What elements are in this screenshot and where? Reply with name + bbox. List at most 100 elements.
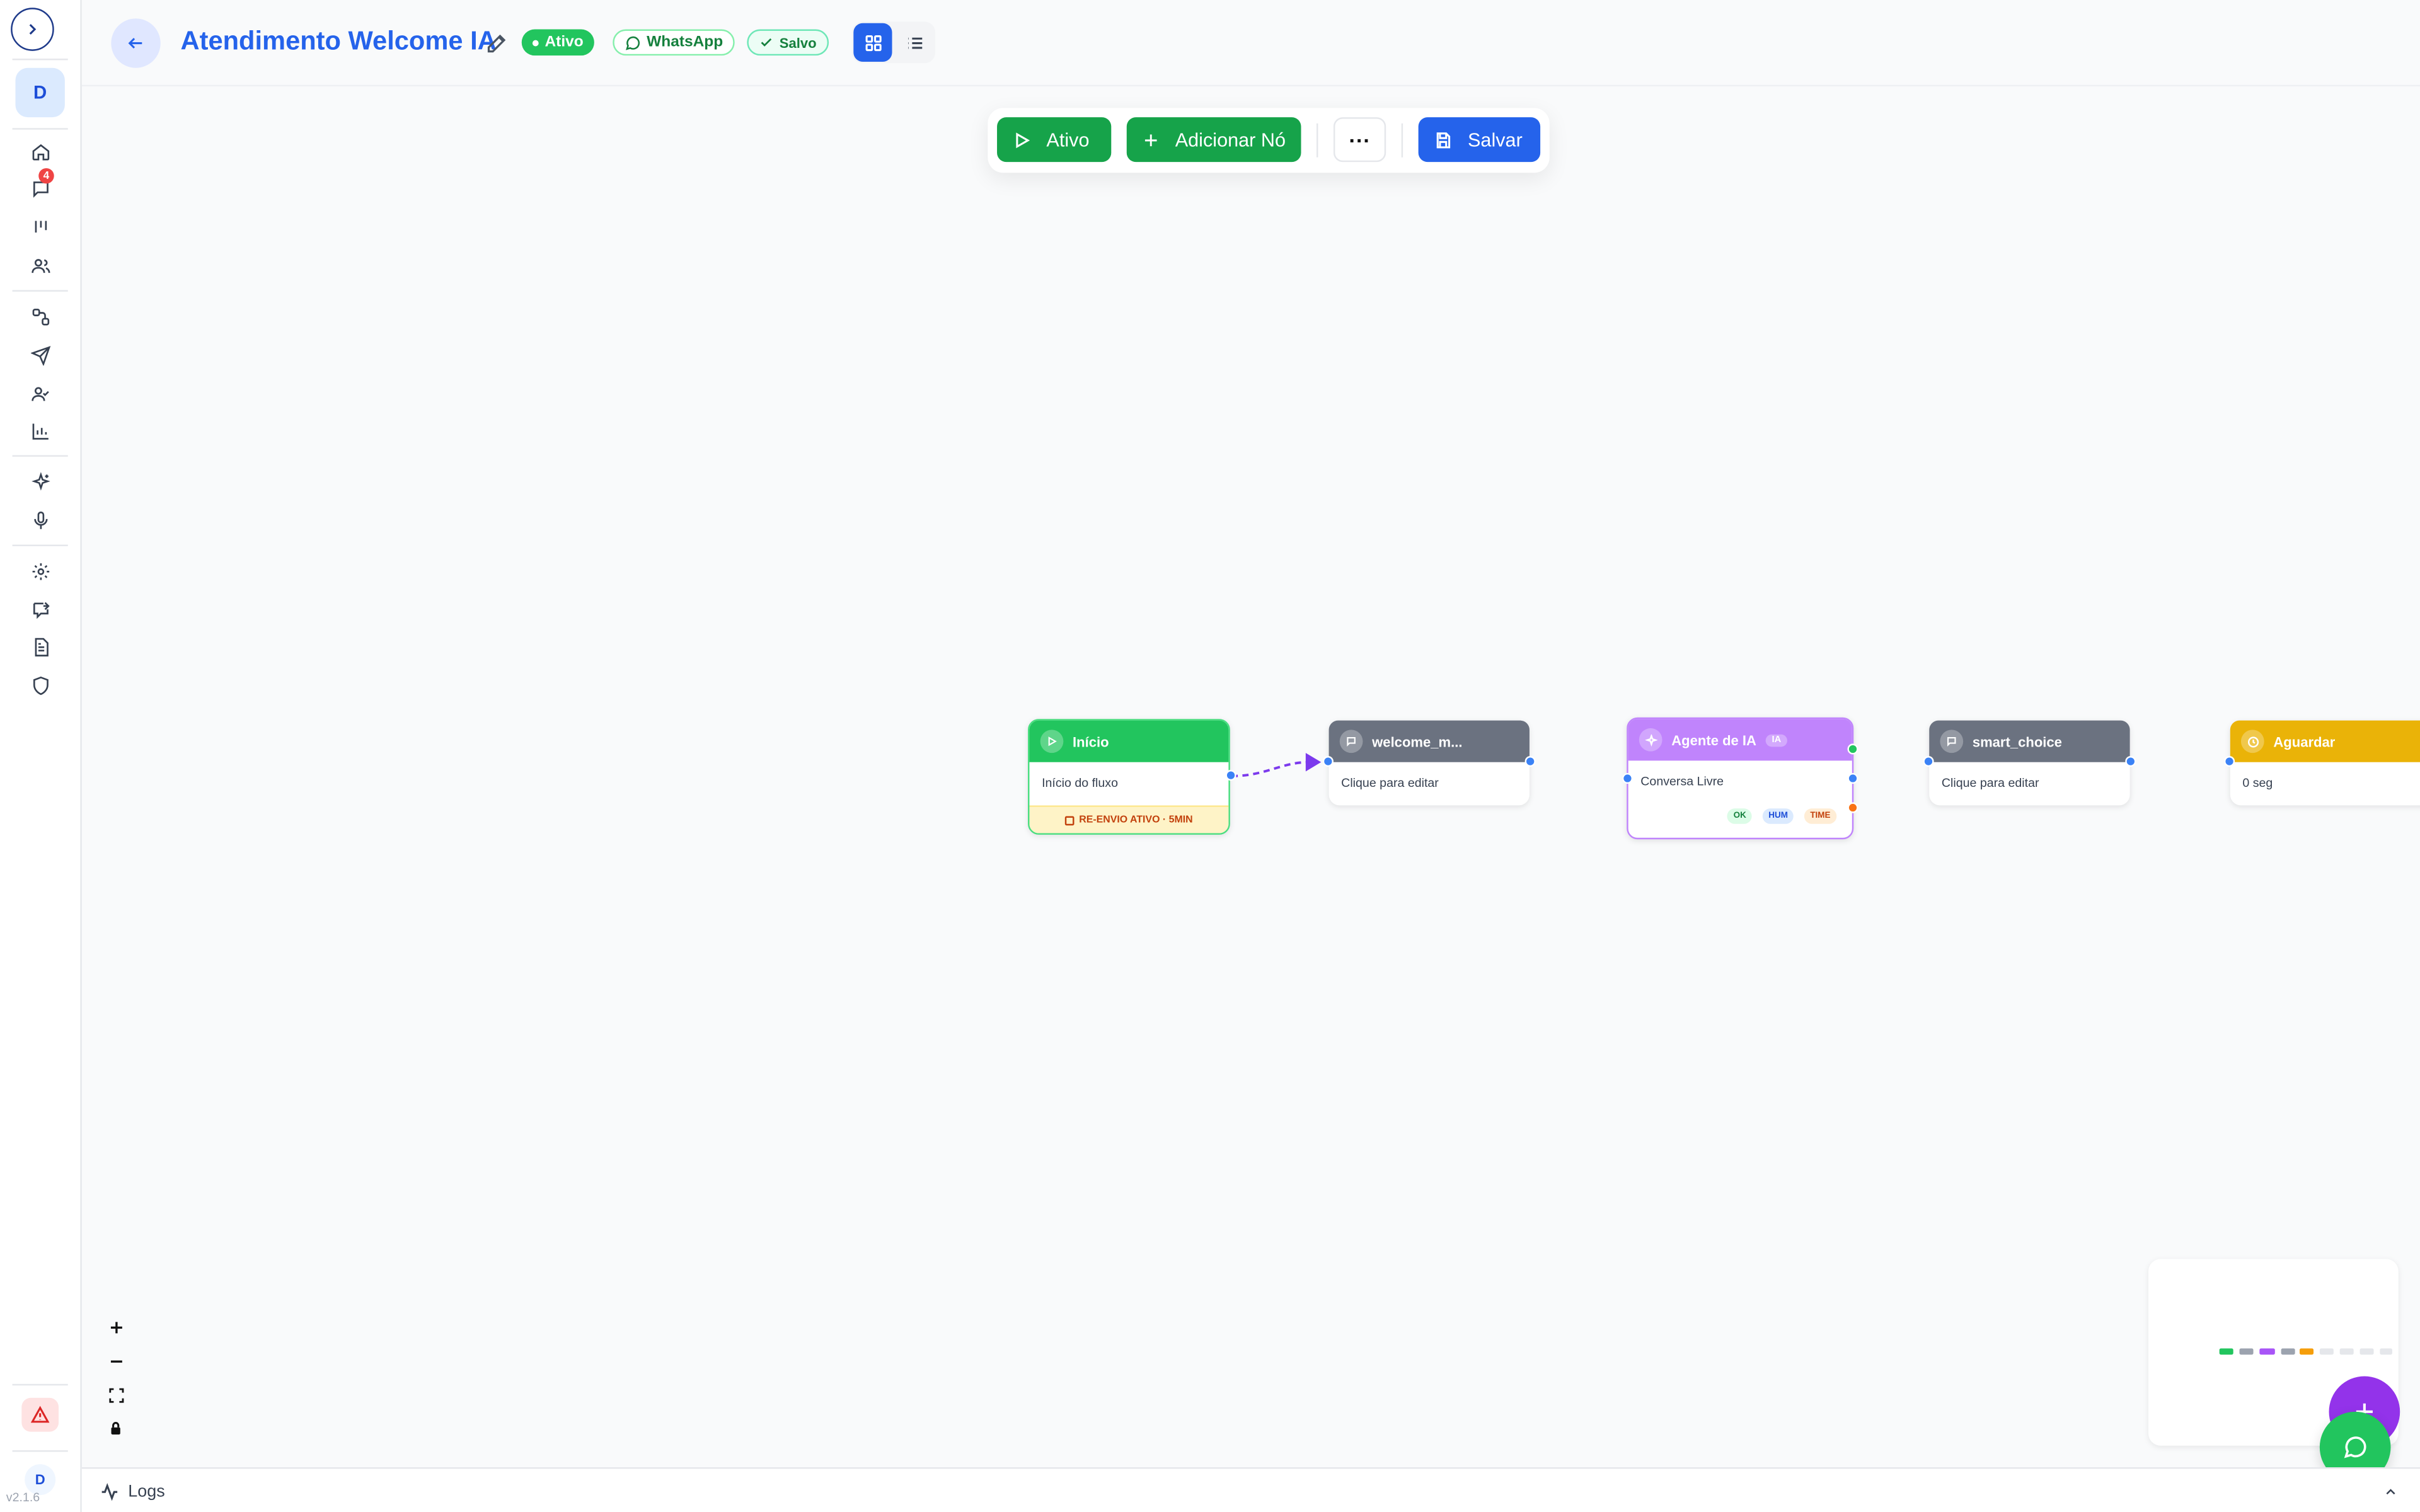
shield-icon[interactable] xyxy=(26,671,54,699)
node-title: Aguardar xyxy=(2273,733,2336,749)
node-header: welcome_m... xyxy=(1328,720,1530,762)
node-title: smart_choice xyxy=(1972,733,2062,749)
node-header: Agente de IA IA xyxy=(1628,719,1852,761)
add-node-label: Adicionar Nó xyxy=(1175,129,1286,151)
ia-tag: IA xyxy=(1765,733,1787,747)
plus-icon xyxy=(1144,134,1157,146)
back-button[interactable] xyxy=(111,18,161,68)
save-label: Salvar xyxy=(1467,129,1523,151)
home-icon[interactable] xyxy=(26,137,54,165)
check-icon xyxy=(761,38,772,47)
microphone-icon[interactable] xyxy=(26,506,54,534)
output-handle-human[interactable] xyxy=(1847,772,1858,784)
node-inicio[interactable]: Início Início do fluxo RE-ENVIO ATIVO · … xyxy=(1028,719,1236,835)
workspace-avatar[interactable]: D xyxy=(15,67,65,118)
input-handle[interactable] xyxy=(1923,756,1934,767)
sidebar-divider xyxy=(12,290,68,292)
logs-panel[interactable]: Logs xyxy=(81,1467,2420,1512)
node-aguardar[interactable]: Aguardar 0 seg xyxy=(2224,720,2420,806)
gear-icon[interactable] xyxy=(26,557,54,585)
node-header: smart_choice xyxy=(1929,720,2130,762)
node-title: Início xyxy=(1073,733,1109,749)
play-icon xyxy=(1040,730,1064,753)
chat-badge: 4 xyxy=(38,168,54,184)
list-icon xyxy=(908,37,922,49)
node-body: 0 seg xyxy=(2242,776,2273,790)
fit-view-button[interactable] xyxy=(100,1379,131,1410)
input-handle[interactable] xyxy=(2224,756,2235,767)
resend-icon xyxy=(1065,815,1075,825)
zoom-out-button[interactable] xyxy=(100,1346,131,1377)
alert-button[interactable] xyxy=(21,1397,59,1432)
warning-icon xyxy=(30,1406,50,1423)
node-header: Início xyxy=(1029,720,1229,762)
message-circle-icon xyxy=(2344,1436,2366,1458)
output-handle[interactable] xyxy=(2125,756,2136,767)
sidebar-toggle-button[interactable] xyxy=(11,8,54,51)
node-header: Aguardar xyxy=(2230,720,2420,762)
output-handle[interactable] xyxy=(1524,756,1536,767)
minimap-node xyxy=(2319,1348,2334,1355)
document-icon[interactable] xyxy=(26,633,54,660)
sidebar: D 4 D v2.1.6 xyxy=(0,0,82,1512)
toolbar-divider xyxy=(1401,123,1403,158)
minimap-node xyxy=(2339,1348,2354,1355)
output-tag-ok: OK xyxy=(1727,808,1753,824)
chevron-right-icon xyxy=(29,24,37,35)
input-handle[interactable] xyxy=(1322,756,1334,767)
node-title: welcome_m... xyxy=(1372,733,1463,749)
output-handle[interactable] xyxy=(1225,770,1236,781)
grid-icon xyxy=(865,34,881,50)
save-button[interactable]: Salvar xyxy=(1418,117,1541,163)
pencil-icon[interactable] xyxy=(485,31,509,55)
minimap-node xyxy=(2259,1348,2275,1355)
chevron-up-icon[interactable] xyxy=(2383,1484,2398,1499)
output-handle-ok[interactable] xyxy=(1847,743,1858,755)
status-badge: Ativo xyxy=(521,29,594,56)
flow-edge[interactable] xyxy=(1219,741,1343,803)
saved-badge: Salvo xyxy=(747,29,829,56)
sidebar-divider xyxy=(12,1383,68,1386)
toggle-active-button[interactable]: Ativo xyxy=(997,117,1112,163)
node-welcome[interactable]: welcome_m... Clique para editar xyxy=(1322,720,1536,806)
zoom-in-button[interactable] xyxy=(100,1312,131,1343)
minimap-node xyxy=(2380,1348,2392,1355)
node-agente-ia[interactable]: Agente de IA IA Conversa Livre OK HUM TI… xyxy=(1622,717,1858,840)
reports-icon[interactable] xyxy=(26,416,54,444)
node-smart-choice[interactable]: smart_choice Clique para editar xyxy=(1923,720,2136,806)
resend-banner: RE-ENVIO ATIVO · 5MIN xyxy=(1029,805,1229,833)
channel-label: WhatsApp xyxy=(647,33,723,51)
chat-icon[interactable]: 4 xyxy=(26,168,54,202)
sidebar-divider xyxy=(12,128,68,130)
logs-label: Logs xyxy=(128,1482,165,1501)
channel-badge: WhatsApp xyxy=(613,29,735,56)
resend-label: RE-ENVIO ATIVO · 5MIN xyxy=(1079,815,1193,826)
node-body: Clique para editar xyxy=(1341,776,1439,790)
node-body: Conversa Livre xyxy=(1640,774,1724,789)
add-node-button[interactable]: Adicionar Nó xyxy=(1126,117,1301,163)
lock-button[interactable] xyxy=(100,1413,131,1444)
canvas-view-button[interactable] xyxy=(853,23,892,62)
fullscreen-icon xyxy=(108,1387,124,1402)
agent-outputs: OK HUM TIME xyxy=(1724,798,1837,825)
node-title: Agente de IA xyxy=(1671,732,1757,748)
status-dot-icon xyxy=(532,39,539,46)
kanban-icon[interactable] xyxy=(26,213,54,241)
message-share-icon[interactable] xyxy=(26,595,54,623)
sparkles-icon[interactable] xyxy=(26,467,54,495)
minimap-node xyxy=(2219,1348,2233,1355)
more-options-button[interactable]: ··· xyxy=(1333,117,1386,163)
output-handle-timeout[interactable] xyxy=(1847,802,1858,813)
sidebar-divider xyxy=(12,59,68,60)
output-tag-hum: HUM xyxy=(1762,808,1794,824)
flows-icon[interactable] xyxy=(26,302,54,330)
sidebar-divider xyxy=(12,544,68,546)
contacts-icon[interactable] xyxy=(26,251,54,279)
team-icon[interactable] xyxy=(26,379,54,407)
clock-icon xyxy=(2240,730,2264,753)
send-icon[interactable] xyxy=(26,341,54,369)
node-body: Clique para editar xyxy=(1941,776,2039,790)
minimap-node xyxy=(2360,1348,2374,1355)
list-view-button[interactable] xyxy=(895,23,933,62)
input-handle[interactable] xyxy=(1622,772,1634,784)
